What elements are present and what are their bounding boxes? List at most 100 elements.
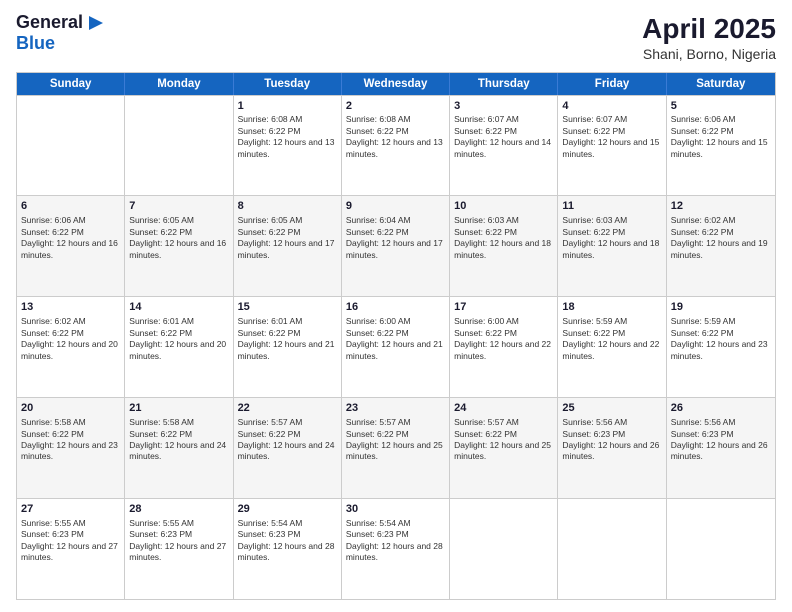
day-number: 1 bbox=[238, 99, 337, 114]
header-thursday: Thursday bbox=[450, 73, 558, 95]
cell-sun-info: Sunrise: 5:54 AMSunset: 6:23 PMDaylight:… bbox=[238, 518, 337, 564]
day-number: 29 bbox=[238, 502, 337, 517]
cell-sun-info: Sunrise: 5:56 AMSunset: 6:23 PMDaylight:… bbox=[562, 417, 661, 463]
cell-sun-info: Sunrise: 6:00 AMSunset: 6:22 PMDaylight:… bbox=[346, 316, 445, 362]
calendar-cell-r1c7: 5Sunrise: 6:06 AMSunset: 6:22 PMDaylight… bbox=[667, 96, 775, 196]
header-friday: Friday bbox=[558, 73, 666, 95]
day-number: 13 bbox=[21, 300, 120, 315]
logo-blue: Blue bbox=[16, 34, 55, 54]
header-saturday: Saturday bbox=[667, 73, 775, 95]
day-number: 25 bbox=[562, 401, 661, 416]
cell-sun-info: Sunrise: 5:58 AMSunset: 6:22 PMDaylight:… bbox=[129, 417, 228, 463]
cell-sun-info: Sunrise: 5:59 AMSunset: 6:22 PMDaylight:… bbox=[671, 316, 771, 362]
calendar-cell-r5c2: 28Sunrise: 5:55 AMSunset: 6:23 PMDayligh… bbox=[125, 499, 233, 599]
calendar-cell-r5c5 bbox=[450, 499, 558, 599]
calendar-cell-r3c2: 14Sunrise: 6:01 AMSunset: 6:22 PMDayligh… bbox=[125, 297, 233, 397]
calendar-cell-r4c3: 22Sunrise: 5:57 AMSunset: 6:22 PMDayligh… bbox=[234, 398, 342, 498]
cell-sun-info: Sunrise: 5:57 AMSunset: 6:22 PMDaylight:… bbox=[454, 417, 553, 463]
calendar-cell-r1c4: 2Sunrise: 6:08 AMSunset: 6:22 PMDaylight… bbox=[342, 96, 450, 196]
day-number: 18 bbox=[562, 300, 661, 315]
logo: General Blue bbox=[16, 12, 107, 54]
calendar-header: Sunday Monday Tuesday Wednesday Thursday… bbox=[17, 73, 775, 95]
calendar-cell-r4c4: 23Sunrise: 5:57 AMSunset: 6:22 PMDayligh… bbox=[342, 398, 450, 498]
cell-sun-info: Sunrise: 6:03 AMSunset: 6:22 PMDaylight:… bbox=[454, 215, 553, 261]
calendar-cell-r3c6: 18Sunrise: 5:59 AMSunset: 6:22 PMDayligh… bbox=[558, 297, 666, 397]
calendar-cell-r2c3: 8Sunrise: 6:05 AMSunset: 6:22 PMDaylight… bbox=[234, 196, 342, 296]
day-number: 7 bbox=[129, 199, 228, 214]
page: General Blue April 2025 Shani, Borno, Ni… bbox=[0, 0, 792, 612]
calendar-cell-r4c2: 21Sunrise: 5:58 AMSunset: 6:22 PMDayligh… bbox=[125, 398, 233, 498]
cell-sun-info: Sunrise: 6:03 AMSunset: 6:22 PMDaylight:… bbox=[562, 215, 661, 261]
day-number: 6 bbox=[21, 199, 120, 214]
header-monday: Monday bbox=[125, 73, 233, 95]
cell-sun-info: Sunrise: 5:58 AMSunset: 6:22 PMDaylight:… bbox=[21, 417, 120, 463]
month-title: April 2025 bbox=[642, 12, 776, 46]
day-number: 23 bbox=[346, 401, 445, 416]
calendar-cell-r5c6 bbox=[558, 499, 666, 599]
cell-sun-info: Sunrise: 6:04 AMSunset: 6:22 PMDaylight:… bbox=[346, 215, 445, 261]
day-number: 16 bbox=[346, 300, 445, 315]
day-number: 9 bbox=[346, 199, 445, 214]
header-sunday: Sunday bbox=[17, 73, 125, 95]
header: General Blue April 2025 Shani, Borno, Ni… bbox=[16, 12, 776, 62]
calendar-cell-r4c1: 20Sunrise: 5:58 AMSunset: 6:22 PMDayligh… bbox=[17, 398, 125, 498]
day-number: 27 bbox=[21, 502, 120, 517]
calendar-cell-r2c7: 12Sunrise: 6:02 AMSunset: 6:22 PMDayligh… bbox=[667, 196, 775, 296]
header-tuesday: Tuesday bbox=[234, 73, 342, 95]
cell-sun-info: Sunrise: 6:02 AMSunset: 6:22 PMDaylight:… bbox=[671, 215, 771, 261]
calendar-cell-r1c5: 3Sunrise: 6:07 AMSunset: 6:22 PMDaylight… bbox=[450, 96, 558, 196]
calendar-cell-r2c4: 9Sunrise: 6:04 AMSunset: 6:22 PMDaylight… bbox=[342, 196, 450, 296]
day-number: 5 bbox=[671, 99, 771, 114]
cell-sun-info: Sunrise: 6:01 AMSunset: 6:22 PMDaylight:… bbox=[129, 316, 228, 362]
calendar-row-3: 13Sunrise: 6:02 AMSunset: 6:22 PMDayligh… bbox=[17, 296, 775, 397]
day-number: 12 bbox=[671, 199, 771, 214]
day-number: 28 bbox=[129, 502, 228, 517]
day-number: 22 bbox=[238, 401, 337, 416]
day-number: 26 bbox=[671, 401, 771, 416]
calendar-row-2: 6Sunrise: 6:06 AMSunset: 6:22 PMDaylight… bbox=[17, 195, 775, 296]
calendar-cell-r5c4: 30Sunrise: 5:54 AMSunset: 6:23 PMDayligh… bbox=[342, 499, 450, 599]
calendar-cell-r4c7: 26Sunrise: 5:56 AMSunset: 6:23 PMDayligh… bbox=[667, 398, 775, 498]
cell-sun-info: Sunrise: 6:08 AMSunset: 6:22 PMDaylight:… bbox=[238, 114, 337, 160]
day-number: 30 bbox=[346, 502, 445, 517]
logo-icon bbox=[85, 12, 107, 34]
calendar-cell-r3c7: 19Sunrise: 5:59 AMSunset: 6:22 PMDayligh… bbox=[667, 297, 775, 397]
cell-sun-info: Sunrise: 5:55 AMSunset: 6:23 PMDaylight:… bbox=[21, 518, 120, 564]
cell-sun-info: Sunrise: 5:59 AMSunset: 6:22 PMDaylight:… bbox=[562, 316, 661, 362]
day-number: 24 bbox=[454, 401, 553, 416]
day-number: 17 bbox=[454, 300, 553, 315]
day-number: 15 bbox=[238, 300, 337, 315]
cell-sun-info: Sunrise: 6:06 AMSunset: 6:22 PMDaylight:… bbox=[21, 215, 120, 261]
cell-sun-info: Sunrise: 6:06 AMSunset: 6:22 PMDaylight:… bbox=[671, 114, 771, 160]
calendar-cell-r2c1: 6Sunrise: 6:06 AMSunset: 6:22 PMDaylight… bbox=[17, 196, 125, 296]
calendar-cell-r4c5: 24Sunrise: 5:57 AMSunset: 6:22 PMDayligh… bbox=[450, 398, 558, 498]
calendar-cell-r3c1: 13Sunrise: 6:02 AMSunset: 6:22 PMDayligh… bbox=[17, 297, 125, 397]
calendar-cell-r3c4: 16Sunrise: 6:00 AMSunset: 6:22 PMDayligh… bbox=[342, 297, 450, 397]
calendar-cell-r1c1 bbox=[17, 96, 125, 196]
day-number: 20 bbox=[21, 401, 120, 416]
logo-general: General bbox=[16, 13, 83, 33]
day-number: 21 bbox=[129, 401, 228, 416]
calendar-cell-r2c6: 11Sunrise: 6:03 AMSunset: 6:22 PMDayligh… bbox=[558, 196, 666, 296]
day-number: 4 bbox=[562, 99, 661, 114]
calendar-row-4: 20Sunrise: 5:58 AMSunset: 6:22 PMDayligh… bbox=[17, 397, 775, 498]
cell-sun-info: Sunrise: 6:08 AMSunset: 6:22 PMDaylight:… bbox=[346, 114, 445, 160]
calendar-cell-r1c3: 1Sunrise: 6:08 AMSunset: 6:22 PMDaylight… bbox=[234, 96, 342, 196]
cell-sun-info: Sunrise: 5:57 AMSunset: 6:22 PMDaylight:… bbox=[238, 417, 337, 463]
calendar-cell-r4c6: 25Sunrise: 5:56 AMSunset: 6:23 PMDayligh… bbox=[558, 398, 666, 498]
cell-sun-info: Sunrise: 6:05 AMSunset: 6:22 PMDaylight:… bbox=[129, 215, 228, 261]
cell-sun-info: Sunrise: 5:56 AMSunset: 6:23 PMDaylight:… bbox=[671, 417, 771, 463]
calendar-cell-r3c5: 17Sunrise: 6:00 AMSunset: 6:22 PMDayligh… bbox=[450, 297, 558, 397]
header-wednesday: Wednesday bbox=[342, 73, 450, 95]
day-number: 2 bbox=[346, 99, 445, 114]
calendar-body: 1Sunrise: 6:08 AMSunset: 6:22 PMDaylight… bbox=[17, 95, 775, 599]
calendar-row-1: 1Sunrise: 6:08 AMSunset: 6:22 PMDaylight… bbox=[17, 95, 775, 196]
day-number: 14 bbox=[129, 300, 228, 315]
cell-sun-info: Sunrise: 6:05 AMSunset: 6:22 PMDaylight:… bbox=[238, 215, 337, 261]
calendar-cell-r5c1: 27Sunrise: 5:55 AMSunset: 6:23 PMDayligh… bbox=[17, 499, 125, 599]
title-block: April 2025 Shani, Borno, Nigeria bbox=[642, 12, 776, 62]
cell-sun-info: Sunrise: 6:00 AMSunset: 6:22 PMDaylight:… bbox=[454, 316, 553, 362]
day-number: 3 bbox=[454, 99, 553, 114]
location: Shani, Borno, Nigeria bbox=[642, 46, 776, 62]
calendar-cell-r3c3: 15Sunrise: 6:01 AMSunset: 6:22 PMDayligh… bbox=[234, 297, 342, 397]
